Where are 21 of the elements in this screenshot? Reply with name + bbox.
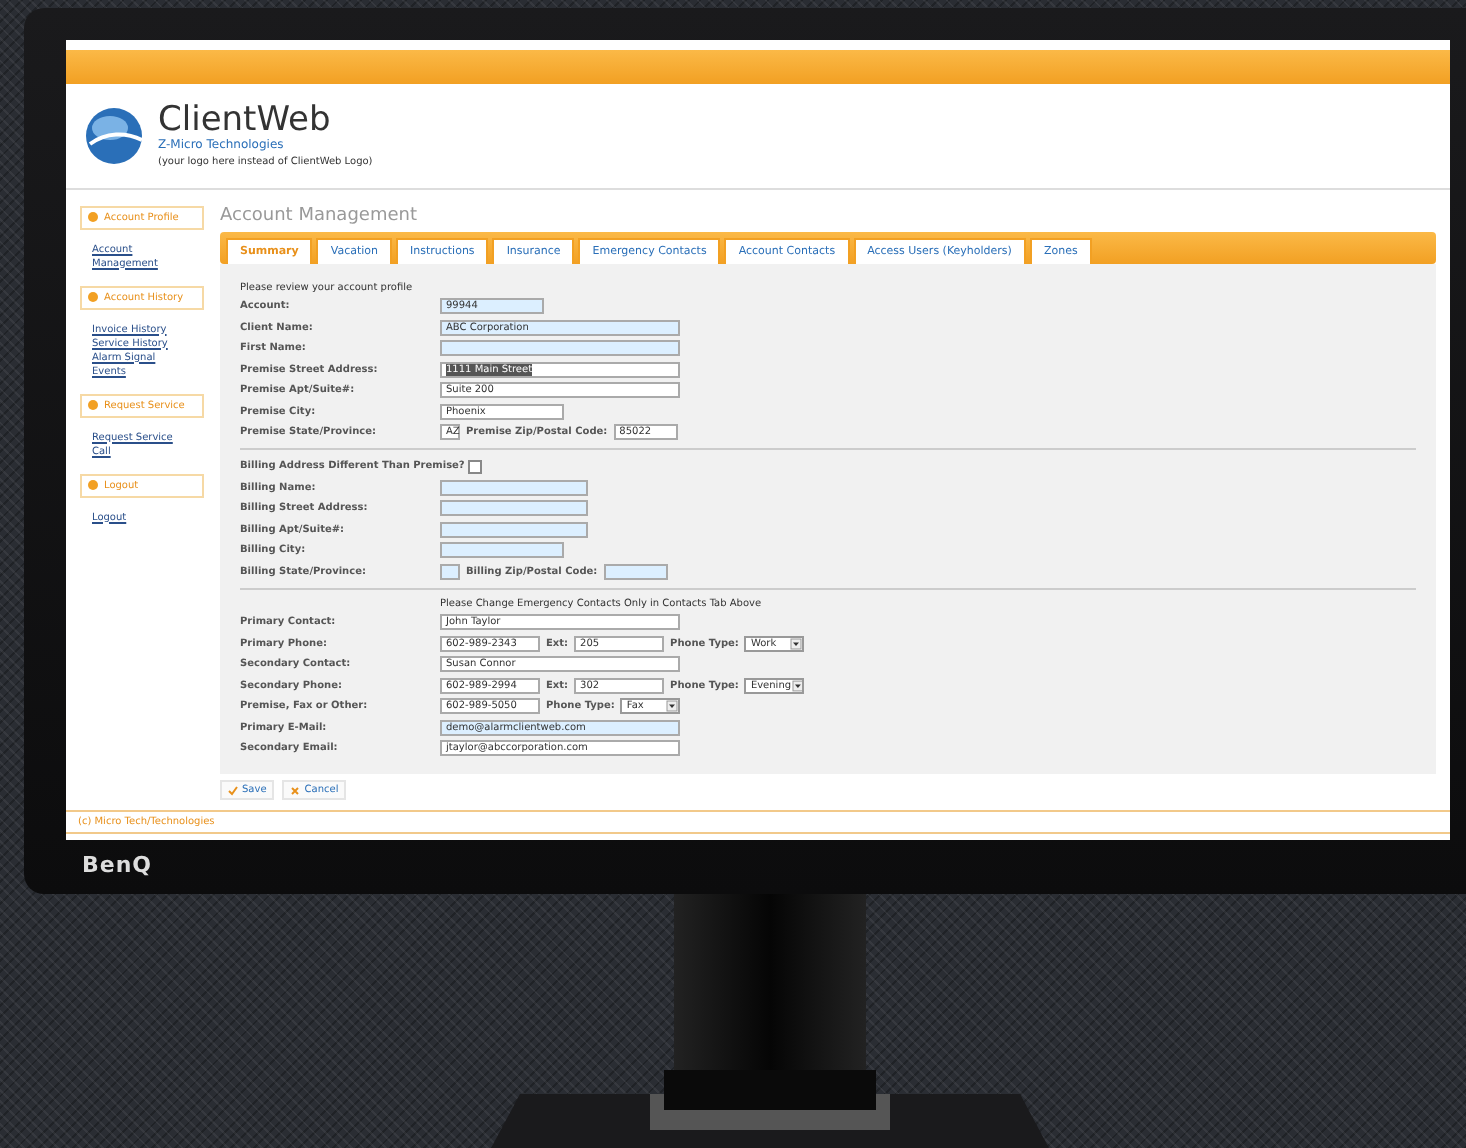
input-field[interactable] (440, 542, 564, 558)
caret-icon (791, 679, 803, 691)
bullet-icon (88, 400, 98, 410)
globe-logo-icon (82, 103, 146, 168)
bullet-icon (88, 480, 98, 490)
checkbox[interactable] (468, 459, 483, 473)
bullet-icon (88, 292, 98, 302)
input-field[interactable] (603, 563, 668, 579)
app-name: ClientWeb (158, 103, 333, 138)
input-field[interactable] (440, 479, 588, 495)
bullet-icon (88, 212, 98, 222)
monitor-brand: BenQ (82, 852, 155, 878)
input-field[interactable] (440, 563, 460, 579)
caret-icon (666, 700, 679, 712)
page-title: Account Management (220, 205, 419, 225)
input-field[interactable] (440, 340, 680, 356)
check-icon (228, 785, 238, 795)
input-field[interactable] (440, 521, 588, 537)
caret-icon (790, 637, 803, 649)
close-icon (290, 785, 301, 795)
input-field[interactable] (440, 500, 588, 516)
